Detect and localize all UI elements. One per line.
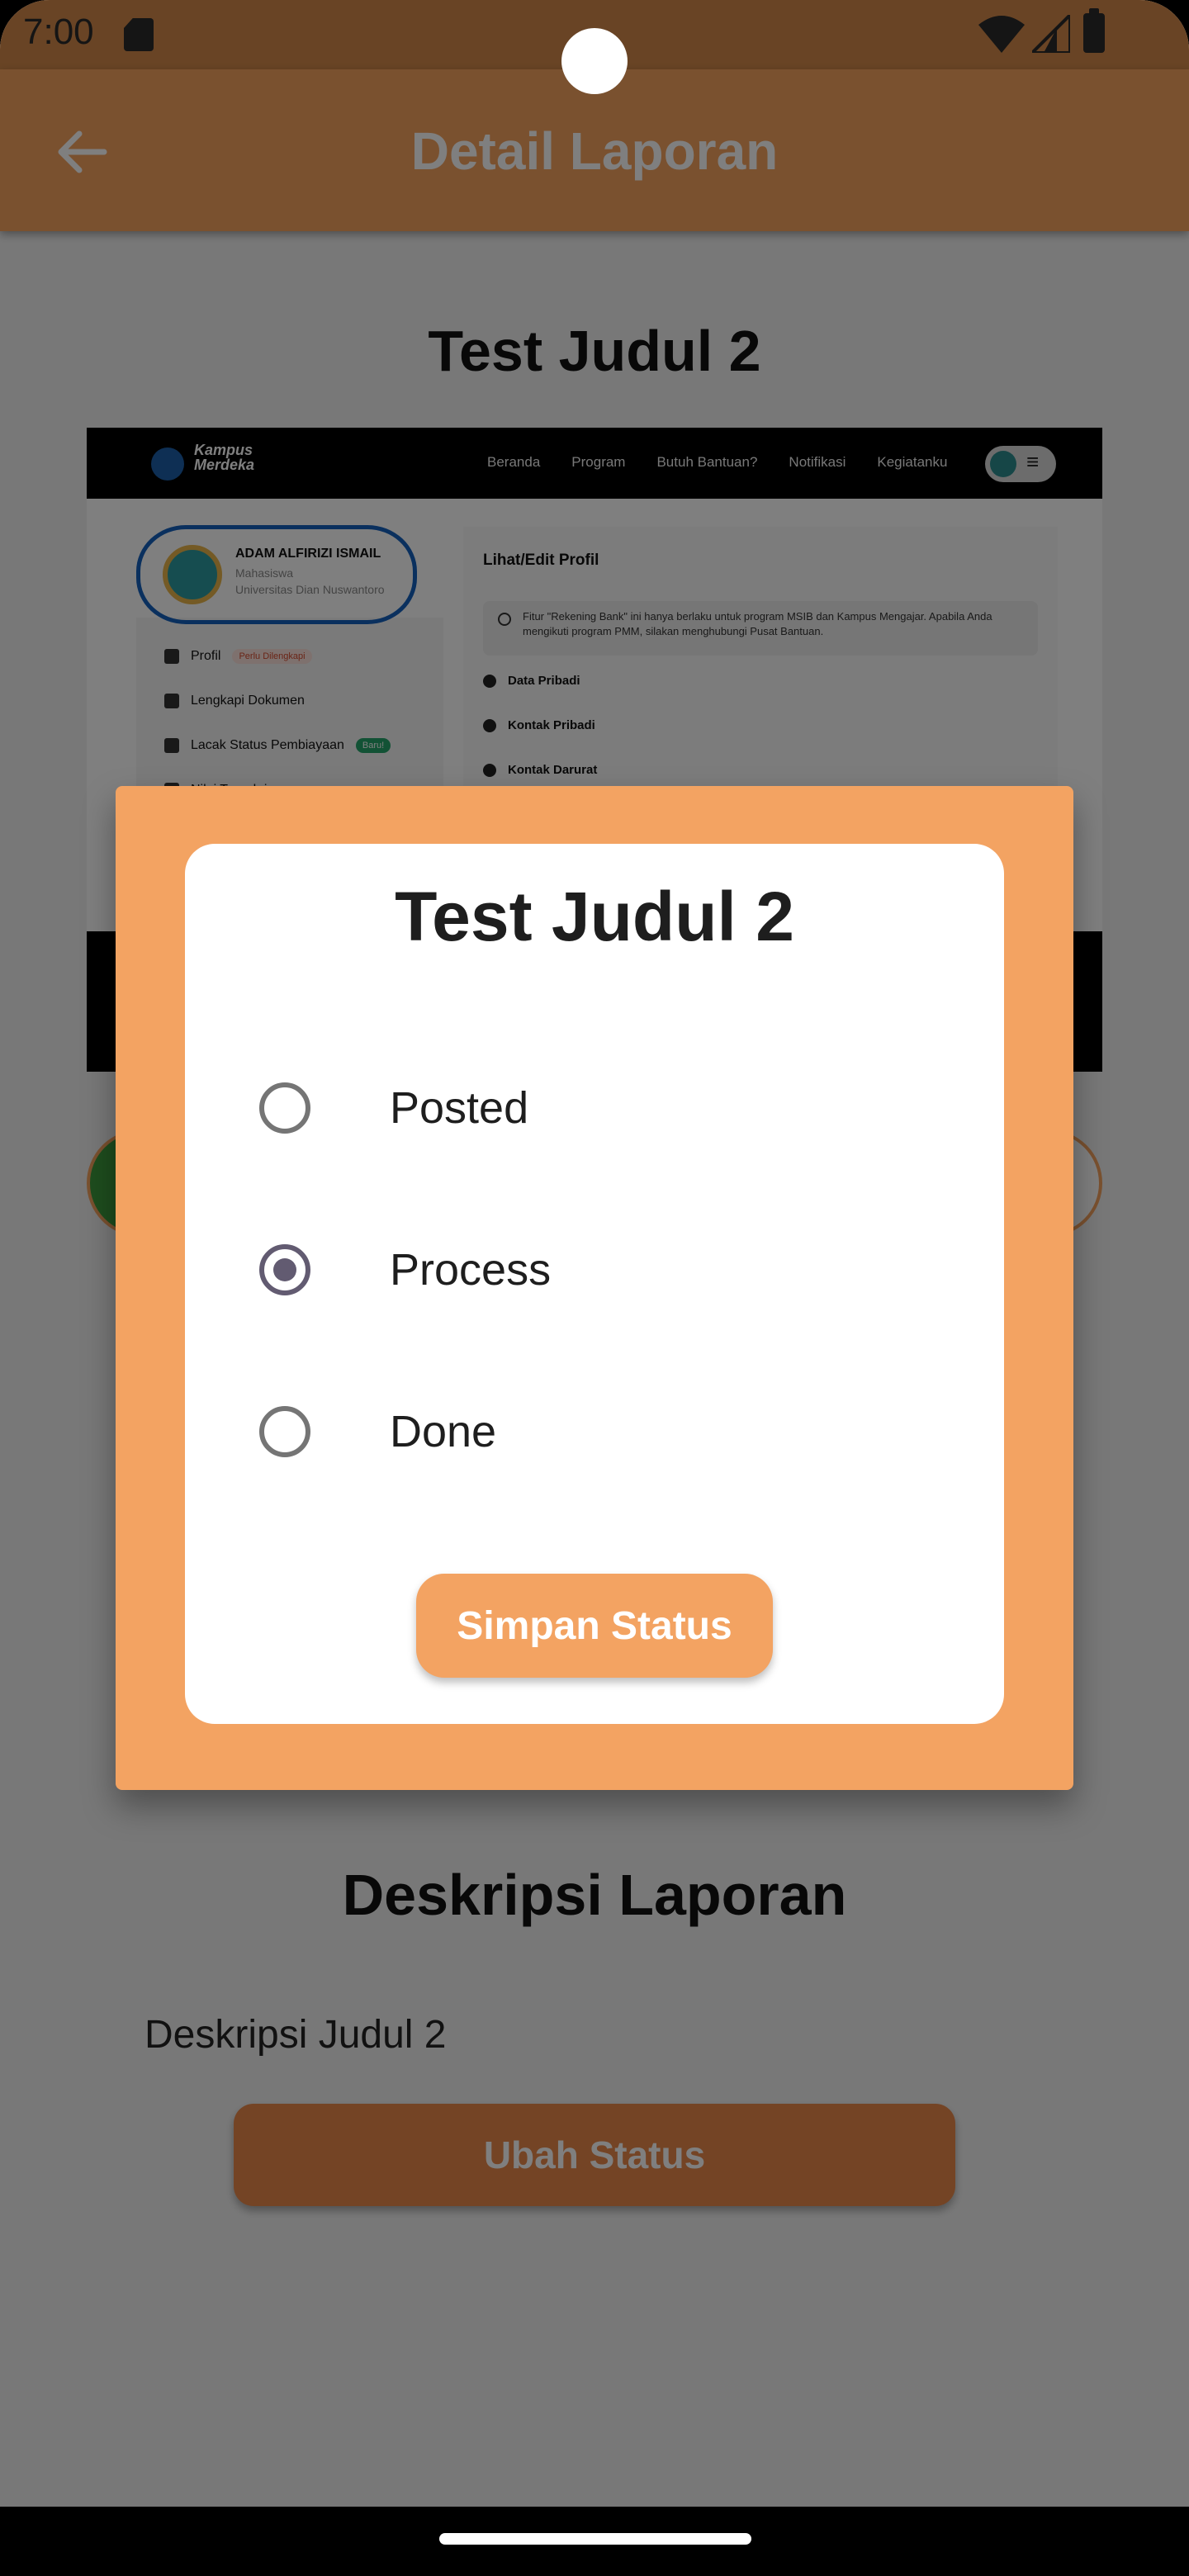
system-nav-bar xyxy=(0,2507,1189,2576)
dialog-title: Test Judul 2 xyxy=(395,878,794,955)
radio-button[interactable] xyxy=(259,1082,310,1134)
radio-button[interactable] xyxy=(259,1406,310,1457)
status-dialog-card: Test Judul 2 Posted Process Done Simpan … xyxy=(185,844,1004,1724)
home-indicator[interactable] xyxy=(439,2533,751,2545)
radio-option-done[interactable]: Done xyxy=(259,1390,936,1473)
radio-label: Process xyxy=(390,1245,552,1295)
device-screen: 7:00 Detail Laporan Test Judul 2 Kampus … xyxy=(0,0,1189,2576)
camera-cutout xyxy=(561,28,628,94)
radio-label: Posted xyxy=(390,1083,529,1133)
radio-label: Done xyxy=(390,1407,497,1456)
radio-button-selected[interactable] xyxy=(259,1244,310,1295)
radio-option-process[interactable]: Process xyxy=(259,1229,936,1311)
radio-option-posted[interactable]: Posted xyxy=(259,1067,936,1149)
status-dialog: Test Judul 2 Posted Process Done Simpan … xyxy=(116,786,1073,1790)
save-status-button[interactable]: Simpan Status xyxy=(416,1574,773,1678)
